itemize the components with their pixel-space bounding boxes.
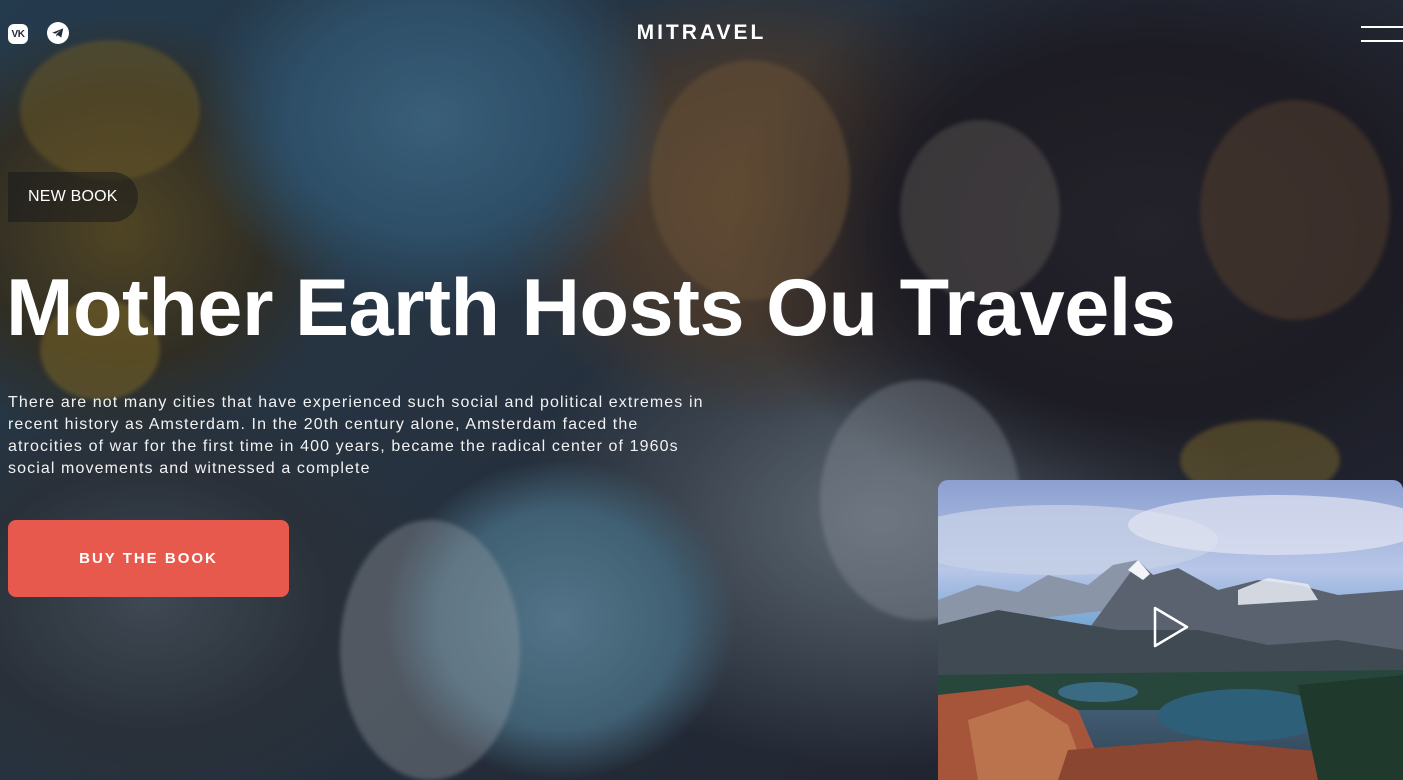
hero-description: There are not many cities that have expe… [8, 394, 704, 477]
brand-logo[interactable]: MITRAVEL [0, 21, 1403, 45]
new-book-badge: NEW BOOK [8, 172, 138, 222]
video-preview-card[interactable] [938, 480, 1403, 780]
hero-headline: Mother Earth Hosts Ou Travels [6, 263, 1176, 353]
hamburger-menu-icon[interactable] [1361, 24, 1403, 46]
buy-the-book-button[interactable]: BUY THE BOOK [8, 520, 289, 597]
site-header: VK MITRAVEL [0, 0, 1403, 68]
play-icon[interactable] [1151, 605, 1191, 649]
